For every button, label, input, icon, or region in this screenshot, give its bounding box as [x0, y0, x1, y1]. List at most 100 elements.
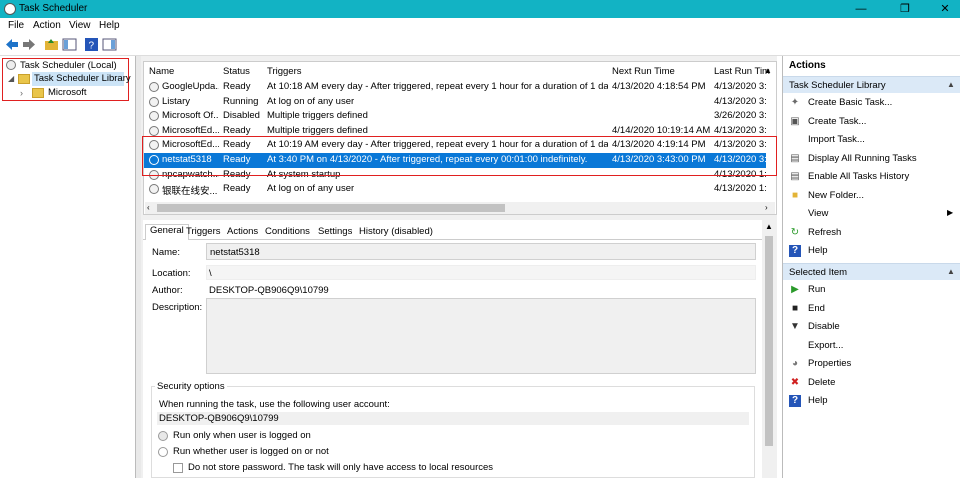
- cell-name: GoogleUpda...: [162, 81, 219, 92]
- menu-action[interactable]: Action: [33, 20, 61, 31]
- cell-name: 银联在线安...: [162, 186, 218, 198]
- toolbar: ?: [0, 34, 960, 56]
- col-last-run[interactable]: Last Run Tim: [714, 66, 770, 80]
- show-action-pane-icon[interactable]: [102, 37, 117, 52]
- cell-status: Disabled: [223, 110, 260, 122]
- scroll-left-icon[interactable]: ‹: [147, 203, 150, 212]
- table-row[interactable]: Microsoft Of... Disabled Multiple triggers…: [144, 109, 766, 124]
- task-clock-icon: [149, 111, 159, 122]
- action-item[interactable]: ◕ Properties: [783, 355, 960, 373]
- table-row[interactable]: 银联在线安... Ready At log on of any user 4/13/2…: [144, 182, 766, 197]
- tree-root[interactable]: Task Scheduler (Local): [20, 60, 117, 71]
- tree-microsoft[interactable]: Microsoft: [48, 87, 87, 98]
- table-row[interactable]: GoogleUpda... Ready At 10:18 AM every day …: [144, 80, 766, 95]
- back-arrow-icon[interactable]: [4, 37, 19, 52]
- actions-title: Actions: [789, 60, 826, 71]
- action-label: View: [808, 208, 829, 219]
- cell-name: Microsoft Of...: [162, 110, 219, 122]
- action-label: Export...: [808, 339, 844, 351]
- forward-arrow-icon[interactable]: [22, 37, 37, 52]
- col-next-run[interactable]: Next Run Time: [612, 66, 675, 80]
- menu-file[interactable]: File: [8, 20, 24, 31]
- up-folder-icon[interactable]: [44, 37, 59, 52]
- minimize-button[interactable]: —: [846, 1, 876, 17]
- col-status[interactable]: Status: [223, 66, 250, 80]
- collapse-icon[interactable]: ▲: [947, 267, 955, 276]
- tab-settings[interactable]: Settings: [318, 226, 352, 241]
- scroll-thumb[interactable]: [157, 204, 505, 212]
- detail-pane: General Triggers Actions Conditions Sett…: [143, 220, 762, 478]
- action-label: New Folder...: [808, 189, 864, 201]
- action-item[interactable]: ? Help: [783, 242, 960, 260]
- collapse-chevron-icon[interactable]: ›: [20, 88, 23, 98]
- scroll-right-icon[interactable]: ›: [765, 203, 768, 212]
- checkbox-no-password[interactable]: [173, 463, 183, 473]
- action-item[interactable]: ↻ Refresh: [783, 224, 960, 242]
- maximize-button[interactable]: ❐: [890, 1, 920, 17]
- window-title: Task Scheduler: [19, 3, 88, 14]
- expand-chevron-icon[interactable]: ◢: [8, 74, 14, 83]
- group-selected[interactable]: Selected Item ▲: [783, 263, 960, 280]
- action-item[interactable]: ■ New Folder...: [783, 187, 960, 205]
- horizontal-scrollbar[interactable]: ‹ ›: [145, 202, 775, 214]
- menu-help[interactable]: Help: [99, 20, 120, 31]
- list-icon: ▤: [790, 152, 800, 164]
- group-selected-label: Selected Item: [789, 267, 848, 278]
- cell-status: Ready: [223, 124, 251, 136]
- tab-actions[interactable]: Actions: [227, 226, 258, 241]
- name-value: netstat5318: [210, 247, 260, 258]
- history-icon: ▤: [790, 171, 800, 182]
- action-label: Import Task...: [808, 134, 865, 145]
- run-icon: ▶: [791, 284, 799, 295]
- action-item[interactable]: Export...: [783, 337, 960, 355]
- action-item[interactable]: ✦ Create Basic Task...: [783, 94, 960, 112]
- properties-icon: ◕: [791, 358, 799, 369]
- help-toolbar-icon[interactable]: ?: [84, 37, 99, 52]
- action-item[interactable]: Import Task...: [783, 131, 960, 149]
- description-field[interactable]: [206, 298, 756, 374]
- group-library[interactable]: Task Scheduler Library ▲: [783, 76, 960, 93]
- action-item[interactable]: ✖ Delete: [783, 374, 960, 392]
- show-hide-tree-icon[interactable]: [62, 37, 77, 52]
- checkbox-no-password-label: Do not store password. The task will onl…: [188, 462, 494, 473]
- tree-library[interactable]: Task Scheduler Library: [34, 73, 131, 84]
- action-label: Create Basic Task...: [808, 97, 893, 108]
- table-row[interactable]: Listary Running At log on of any user 4/13/…: [144, 95, 766, 110]
- scroll-up-icon[interactable]: ▲: [765, 222, 773, 231]
- group-library-label: Task Scheduler Library: [789, 80, 886, 91]
- action-item[interactable]: ▤ Enable All Tasks History: [783, 168, 960, 186]
- name-field[interactable]: [206, 243, 756, 260]
- svg-text:?: ?: [89, 41, 95, 52]
- menu-view[interactable]: View: [69, 20, 91, 31]
- collapse-icon[interactable]: ▲: [947, 80, 955, 89]
- action-item[interactable]: ▣ Create Task...: [783, 113, 960, 131]
- cell-name: MicrosoftEd...: [162, 124, 219, 136]
- tab-conditions[interactable]: Conditions: [265, 226, 310, 241]
- tab-general[interactable]: General: [145, 224, 189, 240]
- action-item[interactable]: View ▶: [783, 205, 960, 223]
- action-item[interactable]: ▶ Run: [783, 281, 960, 299]
- radio-whether-logged[interactable]: [158, 447, 168, 457]
- col-name[interactable]: Name: [149, 66, 174, 80]
- task-clock-icon: [149, 96, 159, 107]
- help-icon: ?: [789, 395, 801, 407]
- app-icon: [4, 3, 16, 15]
- close-button[interactable]: ✕: [930, 1, 960, 17]
- action-item[interactable]: ▤ Display All Running Tasks: [783, 150, 960, 168]
- tab-history[interactable]: History (disabled): [359, 226, 433, 241]
- action-item[interactable]: ■ End: [783, 300, 960, 318]
- col-triggers[interactable]: Triggers: [267, 66, 302, 80]
- scroll-up-icon[interactable]: ▲: [764, 66, 772, 75]
- cell-triggers: At 10:18 AM every day - After triggered,…: [267, 81, 608, 92]
- disable-icon: ▼: [790, 321, 800, 332]
- action-item[interactable]: ? Help: [783, 392, 960, 410]
- tab-triggers[interactable]: Triggers: [186, 226, 221, 241]
- action-label: Refresh: [808, 226, 842, 238]
- vertical-scrollbar[interactable]: ▲: [762, 220, 776, 478]
- vscroll-thumb[interactable]: [765, 236, 773, 446]
- cell-next: 4/14/2020 10:19:14 AM: [612, 124, 710, 136]
- description-label: Description:: [152, 302, 203, 313]
- radio-logged-on[interactable]: [158, 431, 168, 441]
- action-item[interactable]: ▼ Disable: [783, 318, 960, 336]
- delete-icon: ✖: [790, 376, 800, 388]
